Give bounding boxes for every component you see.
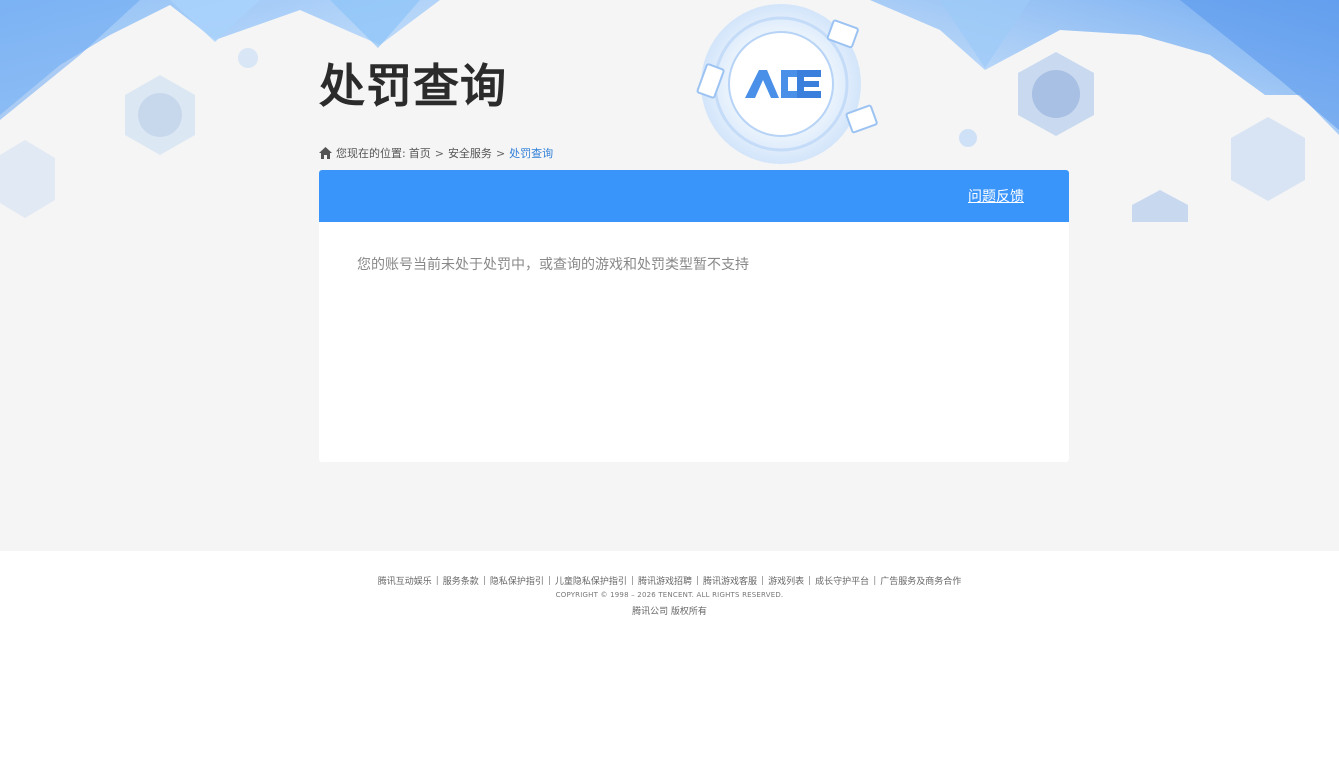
footer-link-ads[interactable]: 广告服务及商务合作: [880, 574, 961, 587]
footer-divider: |: [808, 575, 812, 586]
feedback-link[interactable]: 问题反馈: [968, 186, 1024, 206]
copyright-text: COPYRIGHT © 1998 – 2026 TENCENT. ALL RIG…: [555, 591, 784, 599]
breadcrumb-item-current: 处罚查询: [509, 147, 554, 160]
breadcrumb-item-home[interactable]: 首页: [409, 145, 431, 161]
footer-divider: |: [696, 575, 700, 586]
breadcrumb-prefix: 您现在的位置:: [336, 147, 406, 160]
breadcrumb-separator: >: [495, 146, 506, 160]
card-header: 问题反馈: [319, 170, 1069, 222]
footer-link-support[interactable]: 腾讯游戏客服: [703, 574, 757, 587]
breadcrumb-item-security[interactable]: 安全服务: [448, 145, 492, 161]
footer-link-child-privacy[interactable]: 儿童隐私保护指引: [555, 574, 627, 587]
footer-link-terms[interactable]: 服务条款: [443, 574, 479, 587]
breadcrumb-separator: >: [434, 146, 444, 160]
footer-links: 腾讯互动娱乐 | 服务条款 | 隐私保护指引 | 儿童隐私保护指引 | 腾讯游戏…: [0, 574, 1339, 588]
status-message: 您的账号当前未处于处罚中，或查询的游戏和处罚类型暂不支持: [357, 257, 749, 273]
footer-divider: |: [761, 575, 765, 586]
footer: 腾讯互动娱乐 | 服务条款 | 隐私保护指引 | 儿童隐私保护指引 | 腾讯游戏…: [0, 551, 1339, 759]
footer-divider: |: [482, 575, 486, 586]
footer-divider: |: [630, 575, 634, 586]
footer-link-jobs[interactable]: 腾讯游戏招聘: [638, 574, 692, 587]
footer-divider: |: [435, 575, 439, 586]
result-card: 问题反馈 您的账号当前未处于处罚中，或查询的游戏和处罚类型暂不支持: [319, 170, 1069, 462]
footer-divider: |: [873, 575, 877, 586]
footer-link-guardian[interactable]: 成长守护平台: [815, 574, 869, 587]
footer-link-privacy[interactable]: 隐私保护指引: [490, 574, 544, 587]
breadcrumb: 您现在的位置: 首页 > 安全服务 > 处罚查询: [319, 145, 553, 161]
home-icon: [319, 147, 332, 159]
footer-link-game-list[interactable]: 游戏列表: [768, 574, 804, 587]
rights-text: 腾讯公司 版权所有: [632, 607, 707, 617]
footer-link-tencent-games[interactable]: 腾讯互动娱乐: [378, 574, 432, 587]
page-title: 处罚查询: [319, 59, 507, 113]
footer-divider: |: [547, 575, 551, 586]
